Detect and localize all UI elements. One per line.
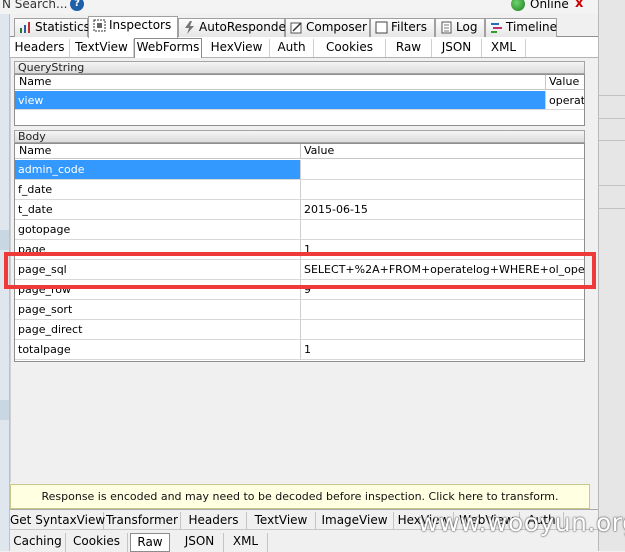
right-strip-divider [599, 208, 625, 209]
top-toolbar: N Search... ? Online x [0, 0, 598, 14]
body-section-title: Body [14, 130, 585, 143]
querystring-row-value[interactable]: operate [546, 91, 584, 110]
body-row-value[interactable] [301, 220, 584, 240]
tab-label: Composer [306, 20, 367, 34]
right-strip-divider [599, 95, 625, 96]
tab-request-cookies[interactable]: Cookies [314, 39, 386, 57]
tab-inspectors[interactable]: Inspectors [88, 16, 178, 38]
body-row-name[interactable]: gotopage [15, 220, 301, 240]
tab-label: Statistics [35, 20, 90, 34]
tab-composer[interactable]: Composer [285, 18, 370, 37]
tab-request-hexview[interactable]: HexView [204, 39, 270, 57]
tab-response-xml[interactable]: XML [224, 533, 268, 552]
request-inspector-tabs: Headers TextView WebForms HexView Auth C… [10, 37, 598, 59]
column-header-name[interactable]: Name [19, 75, 51, 89]
tab-request-textview[interactable]: TextView [70, 39, 134, 57]
querystring-header: Name Value [15, 75, 584, 90]
online-globe-icon [511, 0, 525, 11]
left-strip-item [0, 400, 9, 420]
body-row-value[interactable] [301, 320, 584, 340]
help-icon[interactable]: ? [70, 0, 84, 11]
tab-timeline[interactable]: Timeline [485, 18, 557, 37]
body-row-value[interactable]: 1 [301, 340, 584, 360]
body-row-value[interactable] [301, 160, 584, 180]
filters-checkbox-icon [375, 21, 388, 34]
tab-response-syntaxview[interactable]: Get SyntaxView [10, 512, 105, 529]
body-row-value[interactable]: 2015-06-15 [301, 200, 584, 220]
search-label[interactable]: N Search... [2, 0, 67, 11]
querystring-grid[interactable]: Name Value view operate [14, 74, 585, 126]
right-strip-divider [599, 185, 625, 186]
tab-request-webforms[interactable]: WebForms [134, 38, 202, 59]
tab-label: Inspectors [109, 18, 172, 32]
body-row-name[interactable]: t_date [15, 200, 301, 220]
composer-icon [290, 22, 302, 34]
tab-autoresponder[interactable]: AutoResponder [178, 18, 291, 37]
column-header-name[interactable]: Name [19, 144, 51, 158]
log-icon [441, 21, 452, 34]
body-row-name[interactable]: page_direct [15, 320, 301, 340]
tab-response-raw[interactable]: Raw [130, 533, 170, 552]
tab-response-transformer[interactable]: Transformer [104, 512, 181, 529]
tab-response-caching[interactable]: Caching [10, 533, 66, 552]
tab-label: AutoResponder [199, 20, 291, 34]
right-app-strip [598, 0, 625, 551]
body-row-name[interactable]: page_sort [15, 300, 301, 320]
timeline-icon [491, 23, 502, 33]
tab-label: Log [456, 20, 478, 34]
left-strip-item [0, 230, 9, 250]
tab-request-headers[interactable]: Headers [10, 39, 70, 57]
inspectors-icon [93, 19, 106, 32]
lightning-icon [185, 21, 194, 34]
tab-request-raw[interactable]: Raw [386, 39, 432, 57]
body-row-value[interactable] [301, 300, 584, 320]
column-header-value[interactable]: Value [549, 75, 579, 89]
tab-response-headers[interactable]: Headers [181, 512, 247, 529]
tab-request-json[interactable]: JSON [432, 39, 482, 57]
querystring-row-name[interactable]: view [15, 91, 546, 110]
tab-response-imageview[interactable]: ImageView [316, 512, 394, 529]
watermark-text: www.wooyun.org [418, 508, 625, 537]
tab-label: Filters [391, 20, 427, 34]
tab-statistics[interactable]: Statistics [14, 18, 90, 37]
tab-request-xml[interactable]: XML [482, 39, 526, 57]
decode-notice-bar[interactable]: Response is encoded and may need to be d… [10, 484, 590, 509]
body-row-name[interactable]: f_date [15, 180, 301, 200]
tab-log[interactable]: Log [435, 18, 485, 37]
tab-filters[interactable]: Filters [370, 18, 435, 37]
right-strip-divider [599, 140, 625, 141]
online-status[interactable]: Online [530, 0, 569, 11]
column-divider [300, 144, 301, 159]
close-icon[interactable]: x [575, 0, 583, 11]
querystring-section-title: QueryString [14, 61, 585, 74]
main-tab-bar: Statistics Inspectors AutoResponder Comp… [10, 16, 598, 38]
body-row-name[interactable]: admin_code [15, 160, 301, 180]
highlight-annotation-box [4, 252, 596, 289]
body-row-name[interactable]: totalpage [15, 340, 301, 360]
tab-response-cookies[interactable]: Cookies [66, 533, 128, 552]
body-header: Name Value [15, 144, 584, 159]
column-divider [545, 75, 546, 90]
body-row-value[interactable] [301, 180, 584, 200]
tab-response-json[interactable]: JSON [176, 533, 224, 552]
tab-response-textview[interactable]: TextView [247, 512, 316, 529]
tab-label: Timeline [506, 20, 558, 34]
statistics-icon [20, 22, 30, 33]
tab-request-auth[interactable]: Auth [270, 39, 314, 57]
right-strip-divider [599, 118, 625, 119]
column-header-value[interactable]: Value [304, 144, 334, 158]
